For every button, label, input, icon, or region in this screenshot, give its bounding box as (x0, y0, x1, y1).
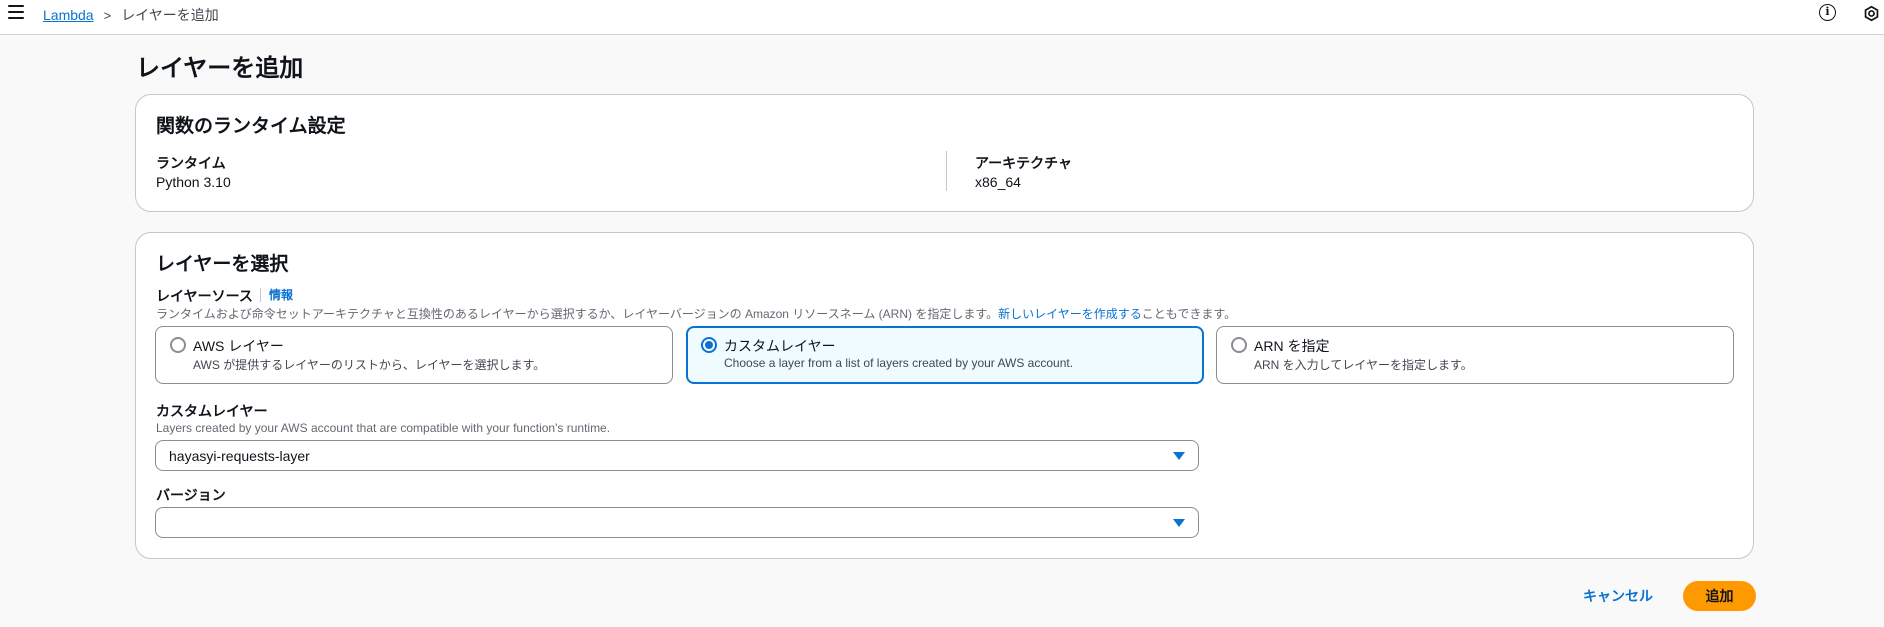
runtime-value: Python 3.10 (156, 174, 231, 190)
breadcrumb-lambda-link[interactable]: Lambda (43, 7, 94, 23)
architecture-label: アーキテクチャ (975, 155, 1073, 171)
page-title: レイヤーを追加 (136, 55, 304, 82)
tile-custom-layers[interactable]: カスタムレイヤー Choose a layer from a list of l… (686, 326, 1204, 384)
layer-source-info: 情報 (260, 286, 293, 303)
runtime-label: ランタイム (156, 155, 226, 171)
tile-specify-arn[interactable]: ARN を指定 ARN を入力してレイヤーを指定します。 (1216, 326, 1734, 384)
tile-aws-layers[interactable]: AWS レイヤー AWS が提供するレイヤーのリストから、レイヤーを選択します。 (155, 326, 673, 384)
layer-source-description-text: ランタイムおよび命令セットアーキテクチャと互換性のあるレイヤーから選択するか、レ… (156, 307, 999, 321)
custom-layer-label: カスタムレイヤー (156, 403, 268, 419)
radio-aws-layers[interactable] (170, 337, 186, 353)
breadcrumb-separator-icon: > (103, 7, 112, 23)
caret-down-icon (1173, 519, 1185, 527)
breadcrumb-current: レイヤーを追加 (121, 7, 219, 23)
create-new-layer-link[interactable]: 新しいレイヤーを作成する (998, 307, 1142, 321)
menu-icon[interactable] (8, 5, 24, 19)
tile-specify-arn-description: ARN を入力してレイヤーを指定します。 (1254, 358, 1473, 372)
layer-source-label: レイヤーソース (156, 288, 253, 304)
version-select[interactable] (155, 507, 1199, 538)
cancel-button[interactable]: キャンセル (1583, 586, 1653, 606)
layer-source-description-suffix: こともできます。 (1141, 307, 1237, 321)
top-navigation-bar: Lambda > レイヤーを追加 i (0, 0, 1884, 35)
tile-custom-layers-description: Choose a layer from a list of layers cre… (724, 356, 1074, 370)
radio-specify-arn[interactable] (1231, 337, 1247, 353)
radio-custom-layers[interactable] (701, 337, 717, 353)
runtime-settings-panel: 関数のランタイム設定 ランタイム Python 3.10 アーキテクチャ x86… (135, 94, 1754, 212)
custom-layer-select[interactable]: hayasyi-requests-layer (155, 440, 1199, 471)
tile-custom-layers-title: カスタムレイヤー (724, 338, 836, 354)
custom-layer-select-value: hayasyi-requests-layer (169, 448, 310, 464)
column-divider (946, 151, 947, 191)
tile-aws-layers-title: AWS レイヤー (193, 338, 284, 354)
choose-layer-panel: レイヤーを選択 レイヤーソース 情報 ランタイムおよび命令セットアーキテクチャと… (135, 232, 1754, 559)
caret-down-icon (1173, 452, 1185, 460)
choose-layer-title: レイヤーを選択 (156, 254, 289, 275)
architecture-value: x86_64 (975, 174, 1021, 190)
version-label: バージョン (156, 487, 226, 503)
info-separator (260, 287, 261, 302)
tile-specify-arn-title: ARN を指定 (1254, 338, 1330, 354)
custom-layer-description: Layers created by your AWS account that … (156, 421, 611, 435)
add-button[interactable]: 追加 (1683, 581, 1756, 611)
info-link[interactable]: 情報 (269, 286, 293, 303)
tile-aws-layers-description: AWS が提供するレイヤーのリストから、レイヤーを選択します。 (193, 358, 546, 372)
layer-source-description: ランタイムおよび命令セットアーキテクチャと互換性のあるレイヤーから選択するか、レ… (156, 305, 1236, 322)
info-icon[interactable]: i (1819, 4, 1836, 21)
runtime-settings-title: 関数のランタイム設定 (156, 116, 346, 137)
settings-icon[interactable] (1863, 5, 1880, 22)
breadcrumb: Lambda > レイヤーを追加 (43, 5, 219, 25)
